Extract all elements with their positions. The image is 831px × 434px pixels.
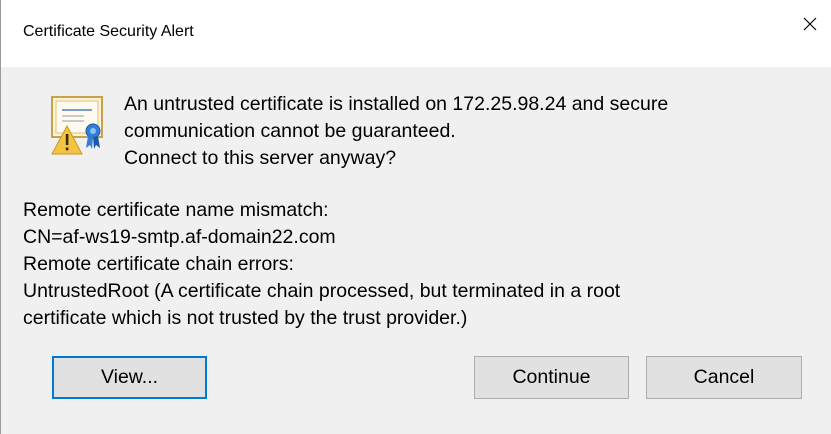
window-title: Certificate Security Alert	[23, 23, 194, 40]
detail-line: Remote certificate chain errors:	[23, 253, 294, 275]
detail-line: certificate which is not trusted by the …	[23, 307, 468, 329]
detail-line: CN=af-ws19-smtp.af-domain22.com	[23, 226, 336, 248]
alert-message: An untrusted certificate is installed on…	[124, 91, 814, 172]
certificate-security-alert-dialog: Certificate Security Alert An untrusted …	[0, 0, 831, 434]
message-line: An untrusted certificate is installed on…	[124, 93, 669, 115]
certificate-warning-icon	[51, 96, 103, 155]
certificate-error-details: Remote certificate name mismatch: CN=af-…	[23, 197, 823, 332]
continue-button[interactable]: Continue	[474, 356, 629, 399]
close-icon	[803, 17, 817, 31]
cancel-button[interactable]: Cancel	[646, 356, 802, 399]
title-bar: Certificate Security Alert	[1, 0, 831, 67]
message-line: communication cannot be guaranteed.	[124, 120, 456, 142]
message-question: Connect to this server anyway?	[124, 147, 397, 169]
detail-line: Remote certificate name mismatch:	[23, 199, 329, 221]
view-button[interactable]: View...	[52, 356, 207, 399]
close-button[interactable]	[788, 0, 831, 48]
detail-line: UntrustedRoot (A certificate chain proce…	[23, 280, 621, 302]
